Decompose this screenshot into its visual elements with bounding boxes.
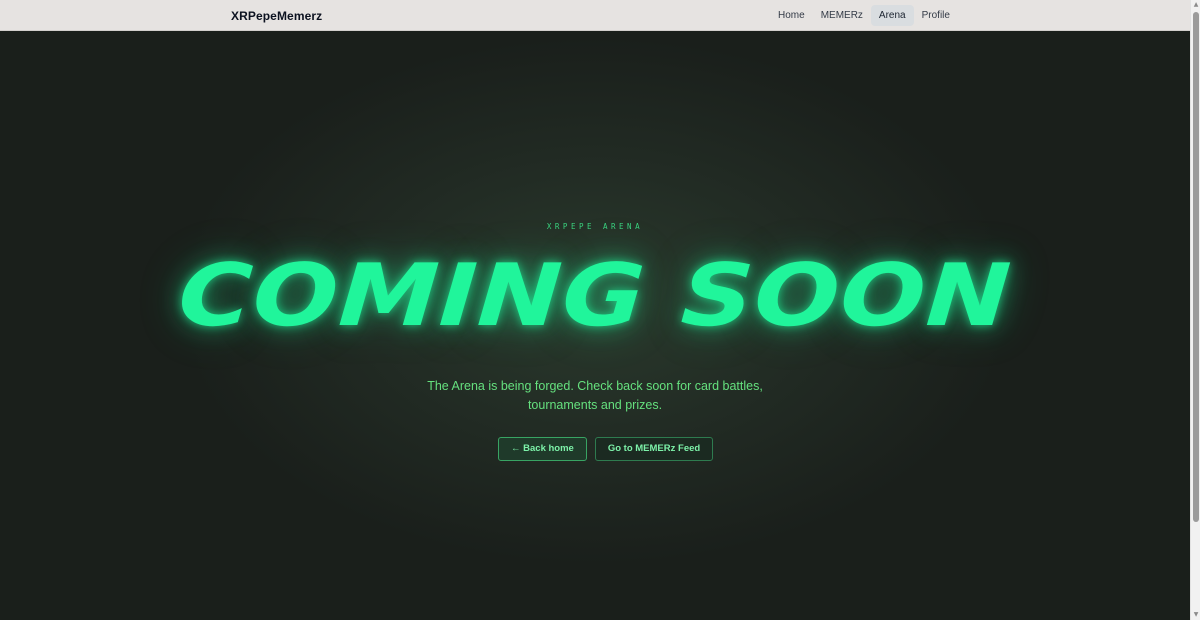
hero-subtext: The Arena is being forged. Check back so… — [427, 379, 763, 412]
scrollbar-thumb[interactable] — [1193, 12, 1199, 522]
back-home-button[interactable]: ← Back home — [498, 437, 587, 461]
hero-section: XRPEPE ARENA COMING SOON The Arena is be… — [0, 31, 1190, 620]
memerz-feed-button[interactable]: Go to MEMERz Feed — [594, 437, 714, 461]
vertical-scrollbar[interactable]: ▲ ▼ — [1190, 0, 1200, 620]
scroll-down-arrow-icon[interactable]: ▼ — [1192, 610, 1200, 620]
hero-actions: ← Back home Go to MEMERz Feed — [498, 437, 714, 461]
nav-link-memerz[interactable]: MEMERz — [813, 5, 871, 26]
nav-link-home[interactable]: Home — [770, 5, 813, 26]
main-nav: Home MEMERz Arena Profile — [770, 5, 958, 26]
hero-headline: COMING SOON — [175, 245, 1015, 346]
nav-link-profile[interactable]: Profile — [914, 5, 958, 26]
hero-eyebrow: XRPEPE ARENA — [546, 222, 644, 231]
top-navbar: XRPepeMemerz Home MEMERz Arena Profile — [0, 0, 1190, 31]
nav-link-arena[interactable]: Arena — [870, 5, 914, 26]
app-window: XRPepeMemerz Home MEMERz Arena Profile X… — [0, 0, 1200, 620]
scroll-up-arrow-icon[interactable]: ▲ — [1192, 0, 1200, 10]
brand-logo-text[interactable]: XRPepeMemerz — [231, 9, 322, 23]
